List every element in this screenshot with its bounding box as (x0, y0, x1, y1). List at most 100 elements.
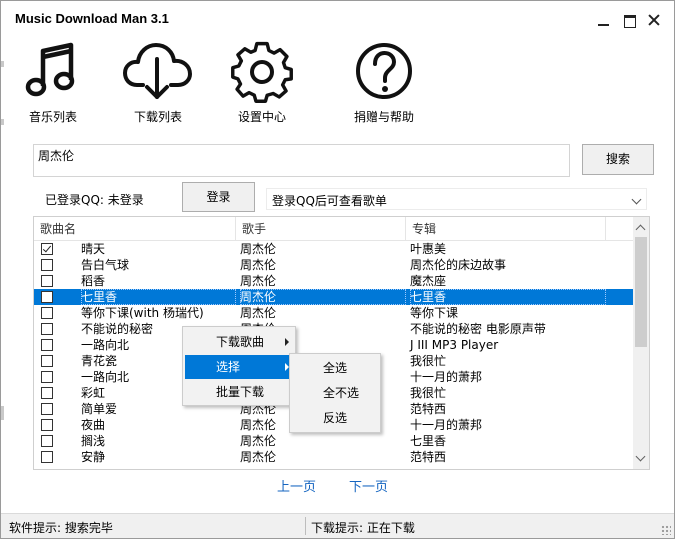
search-box[interactable] (33, 144, 573, 177)
table-row[interactable]: 告白气球 周杰伦 周杰伦的床边故事 (34, 257, 634, 273)
album-cell: 我很忙 (410, 386, 447, 400)
row-checkbox[interactable] (41, 259, 53, 271)
song-name-cell: 搁浅 (81, 434, 106, 448)
playlist-select-value: 登录QQ后可查看歌单 (272, 194, 387, 208)
row-checkbox[interactable] (41, 339, 53, 351)
row-checkbox[interactable] (41, 243, 53, 255)
album-cell: 我很忙 (410, 354, 447, 368)
edge-artifact (1, 406, 4, 420)
app-window: Music Download Man 3.1 音乐列表 下载列表 设置中心 捐赠… (0, 0, 675, 539)
row-checkbox[interactable] (41, 355, 53, 367)
search-button[interactable]: 搜索 (582, 144, 654, 175)
album-cell: 叶惠美 (410, 242, 447, 256)
row-checkbox[interactable] (41, 435, 53, 447)
song-name-cell: 告白气球 (81, 258, 130, 272)
playlist-select[interactable]: 登录QQ后可查看歌单 (266, 188, 647, 210)
edge-artifact (1, 119, 4, 125)
menu-item-invert-selection[interactable]: 反选 (292, 406, 378, 430)
title-bar: Music Download Man 3.1 (1, 1, 674, 35)
table-row[interactable]: 不能说的秘密周杰伦不能说的秘密 电影原声带 (34, 321, 634, 337)
album-cell: 七里香 (410, 434, 447, 448)
album-cell: 十一月的萧邦 (410, 370, 483, 384)
login-button[interactable]: 登录 (182, 182, 255, 212)
artist-cell: 周杰伦 (240, 274, 277, 288)
chevron-right-icon (285, 338, 289, 346)
song-name-cell: 夜曲 (81, 418, 106, 432)
vertical-scrollbar[interactable] (633, 217, 649, 469)
row-checkbox[interactable] (41, 323, 53, 335)
row-checkbox[interactable] (41, 403, 53, 415)
album-cell: J III MP3 Player (410, 338, 499, 352)
toolbar-music-list[interactable]: 音乐列表 (21, 41, 85, 124)
table-row[interactable]: 搁浅 周杰伦 七里香 (34, 433, 634, 449)
toolbar-label-download-list: 下载列表 (133, 110, 182, 124)
row-checkbox[interactable] (41, 275, 53, 287)
scroll-down-icon[interactable] (635, 451, 646, 462)
close-icon[interactable] (647, 13, 661, 27)
table-row[interactable]: 一路向北周杰伦J III MP3 Player (34, 337, 634, 353)
artist-cell: 周杰伦 (240, 450, 277, 464)
login-status: 已登录QQ: 未登录 (45, 193, 144, 207)
scroll-up-icon[interactable] (635, 224, 646, 235)
scroll-thumb[interactable] (635, 237, 647, 347)
toolbar-label-donate-help: 捐赠与帮助 (353, 110, 414, 124)
row-checkbox[interactable] (41, 371, 53, 383)
artist-cell: 周杰伦 (240, 434, 277, 448)
album-cell: 七里香 (410, 289, 606, 305)
album-cell: 周杰伦的床边故事 (410, 258, 507, 272)
cloud-download-icon (123, 43, 192, 99)
row-checkbox[interactable] (41, 307, 53, 319)
song-name-cell: 等你下课(with 杨瑞代) (81, 306, 204, 320)
row-checkbox[interactable] (41, 419, 53, 431)
table-row[interactable]: 等你下课(with 杨瑞代) 周杰伦 等你下课 (34, 305, 634, 321)
table-header: 歌曲名 歌手 专辑 (34, 217, 634, 241)
song-name-cell: 稻香 (81, 274, 106, 288)
column-header-album[interactable]: 专辑 (406, 217, 606, 241)
software-status: 软件提示: 搜索完毕 (9, 521, 113, 535)
artist-cell: 周杰伦 (240, 258, 277, 272)
question-circle-icon (356, 43, 412, 99)
gear-icon (231, 41, 293, 103)
row-checkbox[interactable] (41, 291, 53, 303)
toolbar-settings[interactable]: 设置中心 (227, 41, 297, 124)
album-cell: 不能说的秘密 电影原声带 (410, 322, 546, 336)
context-menu: 下载歌曲 选择 批量下载 (182, 326, 296, 406)
song-name-cell: 安静 (81, 450, 106, 464)
window-title: Music Download Man 3.1 (15, 11, 169, 26)
download-status: 下载提示: 正在下载 (311, 521, 415, 535)
prev-page-link[interactable]: 上一页 (277, 476, 316, 495)
artist-cell: 周杰伦 (240, 289, 406, 305)
table-row[interactable]: 晴天 周杰伦 叶惠美 (34, 241, 634, 257)
table-row[interactable]: 七里香 周杰伦 七里香 (34, 289, 634, 305)
menu-item-batch-download[interactable]: 批量下载 (185, 380, 293, 404)
resize-grip-icon[interactable] (661, 525, 671, 535)
menu-item-select-none[interactable]: 全不选 (292, 381, 378, 405)
album-cell: 魔杰座 (410, 274, 447, 288)
column-header-artist[interactable]: 歌手 (236, 217, 406, 241)
menu-item-label: 批量下载 (216, 385, 265, 399)
edge-artifact (1, 61, 4, 67)
artist-cell: 周杰伦 (240, 306, 277, 320)
toolbar-donate-help[interactable]: 捐赠与帮助 (349, 41, 419, 124)
column-header-name[interactable]: 歌曲名 (34, 217, 236, 241)
search-input[interactable] (38, 147, 573, 163)
artist-cell: 周杰伦 (240, 242, 277, 256)
toolbar-label-settings: 设置中心 (237, 110, 286, 124)
maximize-icon[interactable] (623, 13, 637, 28)
song-name-cell: 晴天 (81, 242, 106, 256)
album-cell: 范特西 (410, 402, 447, 416)
table-row[interactable]: 安静 周杰伦 范特西 (34, 449, 634, 465)
menu-item-download-song[interactable]: 下载歌曲 (185, 330, 293, 354)
chevron-down-icon[interactable] (631, 194, 642, 205)
table-row[interactable]: 稻香 周杰伦 魔杰座 (34, 273, 634, 289)
row-checkbox[interactable] (41, 451, 53, 463)
toolbar-download-list[interactable]: 下载列表 (123, 41, 193, 124)
next-page-link[interactable]: 下一页 (349, 476, 388, 495)
toolbar-label-music-list: 音乐列表 (28, 110, 77, 124)
album-cell: 等你下课 (410, 306, 459, 320)
row-checkbox[interactable] (41, 387, 53, 399)
status-divider (305, 517, 306, 535)
menu-item-select[interactable]: 选择 (185, 355, 293, 379)
minimize-icon[interactable] (597, 13, 611, 27)
menu-item-select-all[interactable]: 全选 (292, 356, 378, 380)
